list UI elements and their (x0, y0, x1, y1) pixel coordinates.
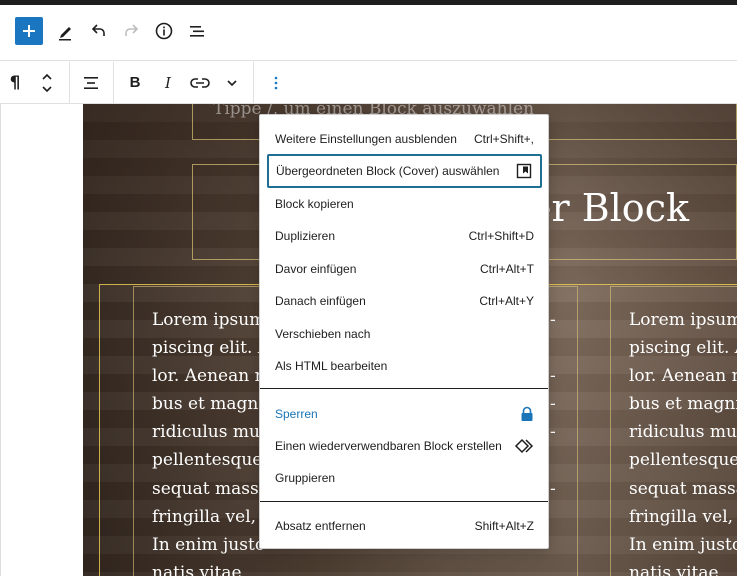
menu-item-edit-as-html[interactable]: Als HTML bearbeiten (260, 350, 548, 382)
menu-item-label: Sperren (275, 407, 318, 421)
bold-icon: B (129, 74, 141, 91)
menu-item-shortcut: Shift+Alt+Z (474, 519, 534, 533)
pen-icon (59, 27, 71, 41)
menu-item-shortcut: Ctrl+Shift+, (473, 132, 534, 146)
column-1-paragraph[interactable]: Lorem ipsum piscing elit. A lor. Aenean … (152, 306, 272, 576)
block-options-menu: Weitere Einstellungen ausblenden Ctrl+Sh… (259, 114, 549, 549)
menu-item-copy-block[interactable]: Block kopieren (260, 188, 548, 220)
add-block-button[interactable] (15, 17, 43, 45)
paragraph-icon: ¶ (9, 72, 21, 93)
italic-button[interactable]: I (155, 62, 181, 103)
lock-icon (521, 406, 533, 421)
toolbar-separator (113, 62, 114, 104)
plus-icon (23, 25, 35, 37)
block-type-button[interactable]: ¶ (2, 62, 28, 103)
menu-item-create-reusable[interactable]: Einen wiederverwendbaren Block erstellen (260, 430, 548, 462)
menu-item-label: Übergeordneten Block (Cover) auswählen (276, 164, 500, 178)
reusable-block-icon (514, 438, 534, 454)
details-button[interactable] (150, 17, 178, 45)
tools-button[interactable] (52, 17, 80, 45)
menu-item-select-parent[interactable]: Übergeordneten Block (Cover) auswählen (267, 154, 542, 188)
align-button[interactable] (76, 62, 106, 103)
info-icon (155, 22, 173, 40)
menu-item-group[interactable]: Gruppieren (260, 462, 548, 494)
menu-item-lock[interactable]: Sperren (260, 398, 548, 430)
italic-icon: I (165, 73, 171, 92)
menu-separator (260, 388, 548, 389)
menu-item-label: Absatz entfernen (275, 519, 366, 533)
heading-text: er Block (529, 186, 689, 230)
editor-header (0, 5, 737, 61)
redo-button[interactable] (117, 17, 145, 45)
menu-item-shortcut: Ctrl+Alt+Y (479, 294, 534, 308)
menu-item-label: Weitere Einstellungen ausblenden (275, 132, 457, 146)
menu-item-label: Block kopieren (275, 197, 354, 211)
menu-item-insert-after[interactable]: Danach einfügen Ctrl+Alt+Y (260, 285, 548, 317)
menu-item-label: Davor einfügen (275, 262, 357, 276)
bold-button[interactable]: B (122, 62, 148, 103)
toolbar-separator (253, 62, 254, 104)
column-2-paragraph[interactable]: Lorem ipsum piscing elit. A lor. Aenean … (629, 306, 737, 576)
toolbar-separator (69, 62, 70, 104)
link-button[interactable] (186, 62, 214, 103)
move-block-button[interactable] (34, 62, 60, 103)
cover-block-icon (516, 163, 532, 179)
block-toolbar: ¶ B I (0, 62, 737, 104)
list-view-icon (190, 26, 204, 37)
menu-item-shortcut: Ctrl+Shift+D (468, 229, 534, 243)
undo-icon (91, 24, 105, 36)
menu-item-label: Duplizieren (275, 229, 336, 243)
kebab-icon (274, 76, 278, 89)
menu-item-shortcut: Ctrl+Alt+T (479, 262, 534, 276)
column-1-line-endings: - - - - - (550, 310, 556, 499)
menu-item-duplicate[interactable]: Duplizieren Ctrl+Shift+D (260, 220, 548, 252)
chevron-down-icon (227, 79, 237, 86)
menu-item-label: Einen wiederverwendbaren Block erstellen (275, 439, 502, 453)
menu-item-move-to[interactable]: Verschieben nach (260, 318, 548, 350)
redo-icon (125, 24, 139, 36)
canvas-left-border (0, 104, 1, 576)
options-button[interactable] (264, 62, 288, 103)
menu-item-remove-paragraph[interactable]: Absatz entfernen Shift+Alt+Z (260, 510, 548, 542)
menu-item-hide-settings[interactable]: Weitere Einstellungen ausblenden Ctrl+Sh… (260, 123, 548, 155)
menu-item-label: Danach einfügen (275, 294, 366, 308)
menu-item-label: Als HTML bearbeiten (275, 359, 388, 373)
more-formatting-button[interactable] (220, 62, 244, 103)
list-view-button[interactable] (183, 17, 211, 45)
link-icon (190, 77, 210, 88)
align-icon (84, 76, 98, 89)
undo-button[interactable] (85, 17, 113, 45)
menu-separator (260, 501, 548, 502)
menu-item-label: Verschieben nach (275, 327, 371, 341)
move-up-down-icon (42, 73, 52, 92)
menu-item-label: Gruppieren (275, 471, 336, 485)
menu-item-insert-before[interactable]: Davor einfügen Ctrl+Alt+T (260, 253, 548, 285)
